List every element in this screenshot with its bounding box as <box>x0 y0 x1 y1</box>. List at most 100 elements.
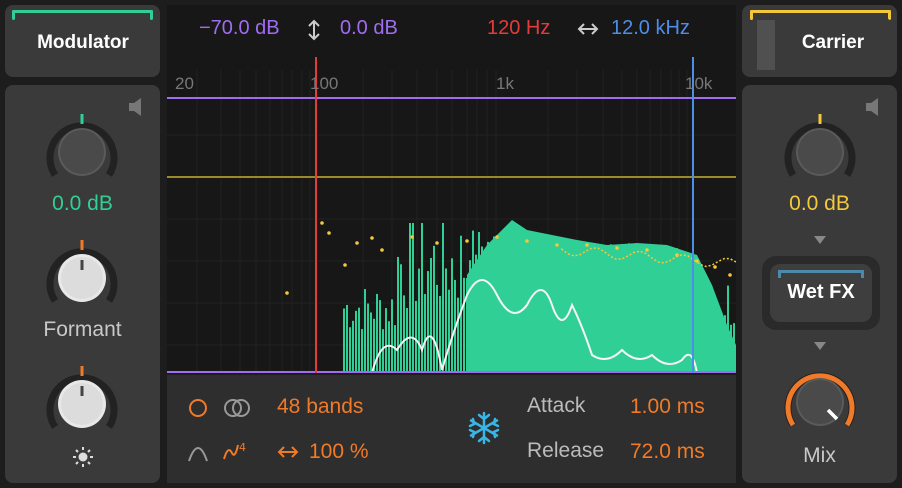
low-freq-readout[interactable]: 120 Hz <box>487 17 550 40</box>
leftright-arrow-icon[interactable] <box>577 22 599 36</box>
spread-value[interactable]: 100 % <box>309 440 369 464</box>
modulator-title: Modulator <box>37 32 129 53</box>
spectrum-bar <box>358 307 360 373</box>
spectrum-bar <box>418 268 420 373</box>
envelope-dot <box>645 248 649 252</box>
modulator-accent-left <box>12 10 15 20</box>
spectrum-bar <box>355 310 357 373</box>
carrier-gain-knob[interactable] <box>778 110 862 194</box>
spectrum-bar <box>385 308 387 373</box>
min-db-readout[interactable]: −70.0 dB <box>199 17 280 40</box>
release-value[interactable]: 72.0 ms <box>630 440 705 464</box>
shape-icon[interactable]: 4 <box>222 437 250 463</box>
modulator-accent-line <box>12 10 153 13</box>
carrier-title: Carrier <box>801 32 865 53</box>
spectrum-bar <box>457 297 459 373</box>
svg-text:4: 4 <box>239 441 246 454</box>
envelope-dot <box>355 241 359 245</box>
freq-tick-1k: 1k <box>496 74 514 93</box>
spectrum-bar <box>391 299 393 373</box>
envelope-dot <box>370 236 374 240</box>
spectrum-svg <box>167 57 736 373</box>
modulator-accent-right <box>150 10 153 20</box>
formant-knob[interactable] <box>40 236 124 320</box>
envelope-dot <box>410 235 414 239</box>
chevron-down-icon <box>814 236 826 244</box>
spectrum-bar <box>451 258 453 373</box>
spectrum-bar <box>442 223 444 373</box>
spectrum-bar <box>403 295 405 373</box>
brightness-knob[interactable] <box>40 362 124 446</box>
circle-mode-icon[interactable] <box>187 397 209 419</box>
release-label: Release <box>527 439 605 462</box>
freq-tick-100: 100 <box>310 74 339 93</box>
max-db-readout[interactable]: 0.0 dB <box>340 17 398 40</box>
high-freq-readout[interactable]: 12.0 kHz <box>611 17 690 40</box>
freq-tick-10k: 10k <box>685 74 713 93</box>
spectrum-display[interactable]: −70.0 dB 0.0 dB 120 Hz 12.0 kHz 20 100 1… <box>167 5 736 373</box>
spectrum-bar <box>397 256 399 373</box>
speaker-icon[interactable] <box>864 96 882 118</box>
spectrum-bar <box>427 271 429 373</box>
spectrum-bar <box>433 245 435 373</box>
wet-fx-accent-left <box>778 270 781 278</box>
formant-label: Formant <box>43 318 122 341</box>
spectrum-bar <box>460 235 462 373</box>
spectrum-bar <box>409 223 411 373</box>
envelope-dot <box>555 243 559 247</box>
envelope-dot <box>728 273 732 277</box>
envelope-dot <box>615 246 619 250</box>
spectrum-bar <box>412 223 414 373</box>
mix-knob[interactable] <box>778 360 862 444</box>
spectrum-bar <box>463 277 465 373</box>
carrier-button[interactable]: Carrier <box>775 18 891 68</box>
carrier-gain-value: 0.0 dB <box>789 192 850 215</box>
spectrum-bar <box>382 329 384 373</box>
modulator-button[interactable]: Modulator <box>14 18 152 68</box>
spectrum-bar <box>424 294 426 373</box>
mix-label: Mix <box>803 444 836 467</box>
spectrum-bar <box>406 307 408 373</box>
spectrum-bar <box>436 284 438 373</box>
bands-value[interactable]: 48 bands <box>277 395 363 419</box>
freq-tick-20: 20 <box>175 74 194 93</box>
envelope-dot <box>585 243 589 247</box>
wet-fx-accent-right <box>861 270 864 278</box>
carrier-accent-left <box>750 10 753 20</box>
sun-icon <box>73 447 93 467</box>
envelope-dot <box>495 235 499 239</box>
attack-value[interactable]: 1.00 ms <box>630 395 705 419</box>
bottom-controls: 48 bands 4 100 % Attack 1.00 ms Release … <box>167 375 736 483</box>
spectrum-bar <box>415 300 417 373</box>
modulator-gain-knob[interactable] <box>40 110 124 194</box>
spectrum-bar <box>448 289 450 373</box>
spectrum-bar <box>379 300 381 373</box>
spectrum-fill <box>467 220 736 373</box>
spectrum-bar <box>367 303 369 373</box>
leftright-arrow-icon <box>277 446 299 458</box>
envelope-icon[interactable] <box>187 441 209 463</box>
envelope-dot <box>380 248 384 252</box>
spectrum-bar <box>346 304 348 373</box>
spectrum-bar <box>370 312 372 373</box>
spectrum-bar <box>388 321 390 373</box>
envelope-dot <box>525 239 529 243</box>
spectrum-bar <box>349 327 351 373</box>
envelope-dot <box>713 265 717 269</box>
spectrum-bar <box>343 308 345 373</box>
attack-label: Attack <box>527 394 586 417</box>
envelope-dot <box>465 239 469 243</box>
envelope-dot <box>435 241 439 245</box>
carrier-accent-line <box>750 10 891 13</box>
snowflake-icon[interactable] <box>467 411 501 445</box>
speaker-icon[interactable] <box>127 96 145 118</box>
updown-arrow-icon[interactable] <box>308 19 320 41</box>
double-circle-icon[interactable] <box>222 397 252 419</box>
modulator-gain-value: 0.0 dB <box>52 192 113 215</box>
spectrum-bar <box>361 329 363 373</box>
envelope-dot <box>285 291 289 295</box>
spectrum-bar <box>430 257 432 373</box>
spectrum-bar <box>400 264 402 373</box>
envelope-dot <box>327 231 331 235</box>
carrier-grip[interactable] <box>757 20 775 70</box>
